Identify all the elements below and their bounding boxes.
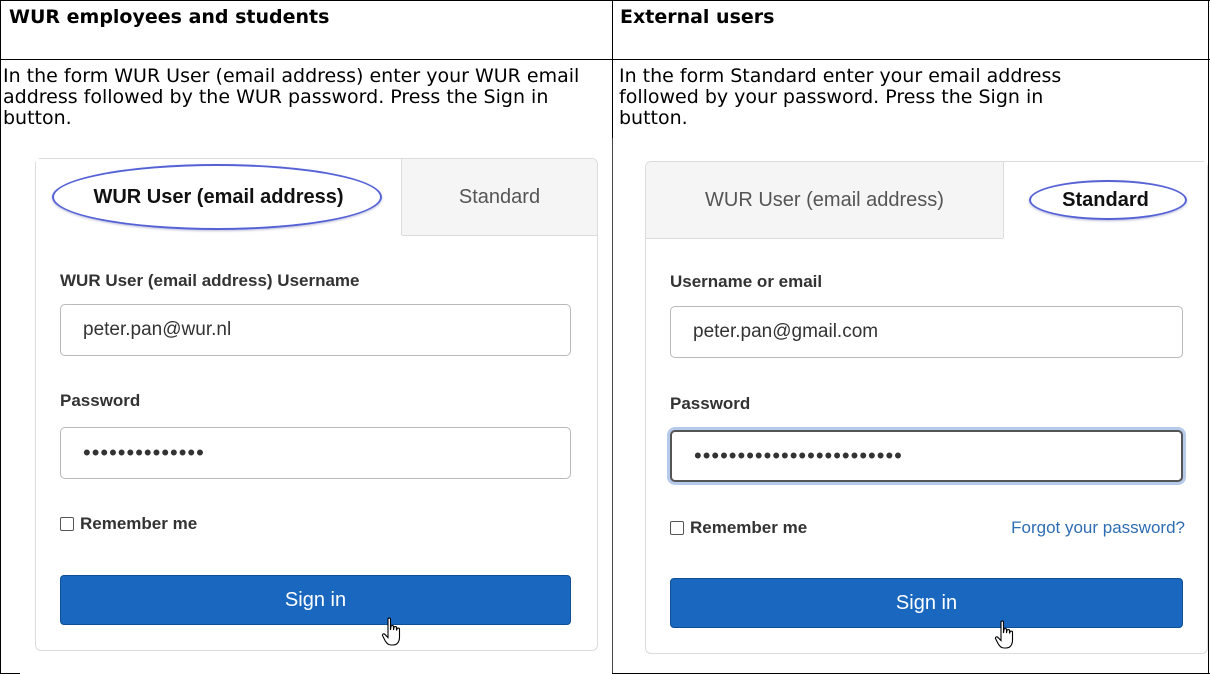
table-column-divider-lower xyxy=(612,138,613,674)
checkbox-icon[interactable] xyxy=(60,517,74,531)
forgot-password-link[interactable]: Forgot your password? xyxy=(1011,518,1185,538)
right-username-label: Username or email xyxy=(670,272,823,291)
left-password-input[interactable]: •••••••••••••• xyxy=(60,427,571,479)
right-tabs-bottom-border xyxy=(646,238,1003,239)
left-username-label: WUR User (email address) Username xyxy=(60,271,360,290)
right-remember-label: Remember me xyxy=(690,518,808,537)
left-tab-wur-user[interactable]: WUR User (email address) xyxy=(36,159,401,235)
left-remember-label: Remember me xyxy=(80,514,198,533)
right-tab-standard[interactable]: Standard xyxy=(1004,162,1207,238)
table-row-divider xyxy=(0,59,1210,60)
table-border-top xyxy=(0,0,1210,1)
right-signin-button[interactable]: Sign in xyxy=(670,578,1183,628)
left-tabs-bottom-border xyxy=(402,235,597,236)
left-column-header: WUR employees and students xyxy=(9,6,330,28)
table-column-divider-upper xyxy=(612,0,613,138)
left-username-input[interactable]: peter.pan@wur.nl xyxy=(60,304,571,356)
left-remember-me[interactable]: Remember me xyxy=(60,514,197,534)
right-password-input[interactable]: •••••••••••••••••••••••• xyxy=(670,430,1183,482)
right-column-header: External users xyxy=(620,6,775,28)
left-password-label: Password xyxy=(60,391,141,410)
left-login-panel: WUR User (email address) Standard WUR Us… xyxy=(35,158,598,651)
right-instructions: In the form Standard enter your email ad… xyxy=(619,65,1062,129)
right-login-panel: WUR User (email address) Standard Userna… xyxy=(645,161,1208,654)
left-signin-button[interactable]: Sign in xyxy=(60,575,571,625)
left-instructions: In the form WUR User (email address) ent… xyxy=(3,65,580,129)
table-border-left xyxy=(0,0,1,674)
right-remember-me[interactable]: Remember me xyxy=(670,518,807,538)
hand-pointer-cursor-icon xyxy=(381,617,401,646)
hand-pointer-cursor-icon xyxy=(994,620,1014,649)
right-username-input[interactable]: peter.pan@gmail.com xyxy=(670,306,1183,358)
checkbox-icon[interactable] xyxy=(670,521,684,535)
right-password-label: Password xyxy=(670,394,751,413)
right-tab-wur-user[interactable]: WUR User (email address) xyxy=(646,162,1003,238)
table-border-right xyxy=(1208,0,1209,674)
left-tab-standard[interactable]: Standard xyxy=(402,159,597,235)
